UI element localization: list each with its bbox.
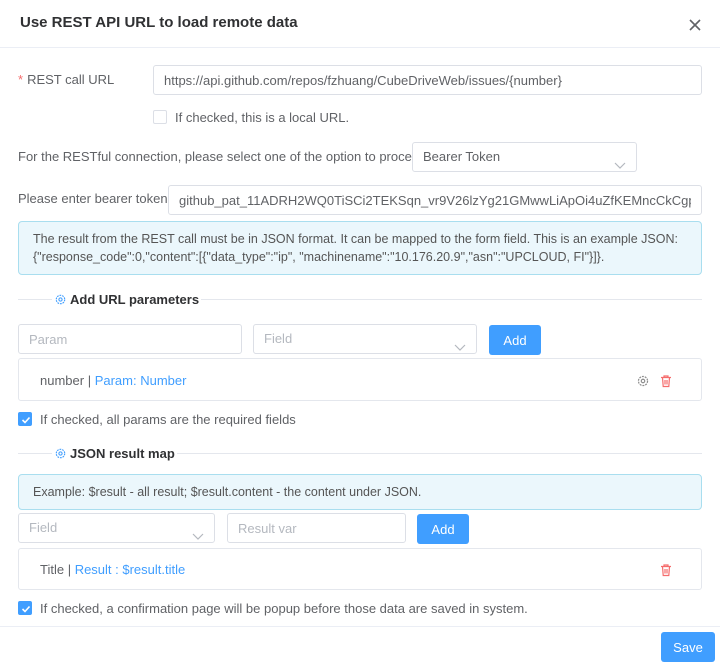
gear-icon (55, 448, 66, 459)
list-item: Title | Result : $result.title (40, 562, 185, 577)
add-param-button[interactable]: Add (489, 325, 541, 355)
required-params-checkbox[interactable] (18, 412, 32, 426)
local-url-label: If checked, this is a local URL. (175, 110, 350, 125)
result-field-placeholder: Field (29, 520, 58, 535)
url-params-title-text: Add URL parameters (70, 292, 200, 307)
rest-url-input[interactable] (153, 65, 702, 95)
rest-api-dialog: Use REST API URL to load remote data * RE… (0, 0, 720, 666)
dialog-title: Use REST API URL to load remote data (20, 14, 298, 31)
param-list: number | Param: Number (18, 358, 702, 401)
add-result-button[interactable]: Add (417, 514, 469, 544)
result-map-list: Title | Result : $result.title (18, 548, 702, 590)
param-item-param[interactable]: Param: Number (95, 373, 187, 388)
save-button[interactable]: Save (661, 632, 715, 662)
result-item-result[interactable]: Result : $result.title (75, 562, 186, 577)
json-map-example-text: Example: $result - all result; $result.c… (33, 485, 422, 499)
chevron-down-icon (192, 523, 204, 540)
param-item-field: number (40, 373, 85, 388)
dialog-footer-divider (0, 626, 720, 627)
connection-selected: Bearer Token (423, 149, 501, 164)
confirmation-checkbox[interactable] (18, 601, 32, 615)
result-item-separator: | (64, 562, 75, 577)
alert-line-2: {"response_code":0,"content":[{"data_typ… (33, 250, 605, 264)
local-url-checkbox[interactable] (153, 110, 167, 124)
chevron-down-icon (614, 152, 626, 169)
json-map-title: JSON result map (52, 446, 177, 461)
close-icon[interactable] (684, 14, 706, 36)
result-field-select[interactable]: Field (18, 513, 215, 543)
param-input[interactable] (18, 324, 242, 354)
json-format-alert: The result from the REST call must be in… (18, 221, 702, 275)
json-map-example-alert: Example: $result - all result; $result.c… (18, 474, 702, 510)
param-item-separator: | (84, 373, 95, 388)
url-params-title: Add URL parameters (52, 292, 202, 307)
required-mark: * (18, 72, 24, 87)
connection-select[interactable]: Bearer Token (412, 142, 637, 172)
delete-icon[interactable] (659, 563, 673, 577)
connection-label: For the RESTful connection, please selec… (18, 149, 425, 164)
bearer-label: Please enter bearer token (18, 191, 168, 206)
settings-gear-icon[interactable] (636, 374, 650, 388)
required-params-label: If checked, all params are the required … (40, 412, 296, 427)
gear-icon (55, 294, 66, 305)
param-field-placeholder: Field (264, 331, 293, 346)
chevron-down-icon (454, 334, 466, 351)
confirmation-label: If checked, a confirmation page will be … (40, 601, 528, 616)
delete-icon[interactable] (659, 374, 673, 388)
rest-url-label: * REST call URL (18, 72, 114, 87)
param-field-select[interactable]: Field (253, 324, 477, 354)
dialog-header: Use REST API URL to load remote data (0, 0, 720, 48)
result-var-input[interactable] (227, 513, 406, 543)
alert-line-1: The result from the REST call must be in… (33, 232, 678, 246)
rest-url-label-text: REST call URL (27, 72, 115, 87)
result-item-field: Title (40, 562, 65, 577)
json-map-title-text: JSON result map (70, 446, 175, 461)
bearer-token-input[interactable] (168, 185, 702, 215)
list-item: number | Param: Number (40, 373, 186, 388)
